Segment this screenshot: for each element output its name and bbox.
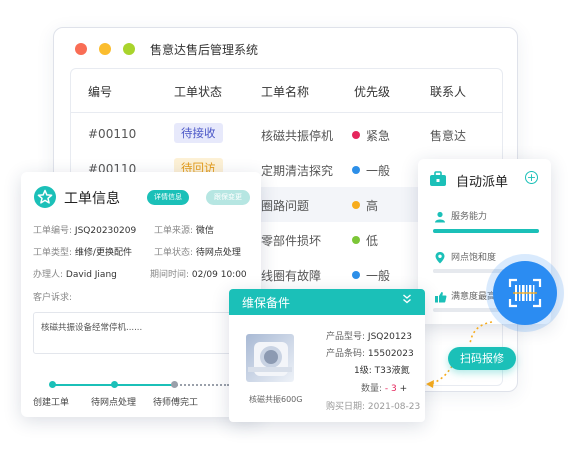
- priority-dot: [352, 201, 360, 209]
- priority-dot: [352, 271, 360, 279]
- row-name: 定期清洁探究: [261, 164, 334, 178]
- table-row[interactable]: #00110 待接收 核磁共振停机 紧急 售意达: [71, 117, 502, 152]
- table-header: 编号 工单状态 工单名称 优先级 联系人: [71, 69, 502, 113]
- type-field: 工单类型: 维修/更换配件: [33, 248, 132, 258]
- ability-bar: [433, 229, 539, 233]
- row-name: 零部件损坏: [261, 234, 322, 248]
- work-order-title: 工单信息: [64, 191, 120, 207]
- star-icon: [34, 186, 56, 208]
- row-priority: 紧急: [352, 127, 390, 144]
- header-id: 编号: [88, 85, 113, 99]
- row-name: 线圈有故障: [261, 269, 322, 283]
- row-priority: 一般: [352, 267, 390, 284]
- parts-image-caption: 核磁共振600G: [249, 395, 303, 404]
- step-dot: [49, 381, 56, 388]
- qty-plus-button[interactable]: +: [400, 384, 408, 394]
- priority-dot: [352, 236, 360, 244]
- barcode-scan-icon: [508, 278, 542, 308]
- row-name: 圈路问题: [261, 199, 310, 213]
- tab-change[interactable]: 跟保变更: [206, 190, 250, 205]
- collapse-icon[interactable]: [402, 293, 412, 308]
- scan-qr-button[interactable]: [493, 261, 557, 325]
- row-name: 核磁共振停机: [261, 129, 334, 143]
- request-label: 客户诉求:: [33, 293, 73, 303]
- header-status: 工单状态: [174, 85, 223, 99]
- date-field: 购买日期: 2021-08-23: [326, 402, 421, 412]
- parts-card: 维保备件 核磁共振600G 产品型号: JSQ20123 产品条码: 15502…: [229, 289, 425, 422]
- step-label: 待网点处理: [91, 398, 137, 408]
- qty-minus-button[interactable]: -: [385, 384, 388, 394]
- toolbox-icon: [429, 171, 447, 191]
- order-no-field: 工单编号: JSQ20230209: [33, 226, 137, 236]
- priority-dot: [352, 166, 360, 174]
- close-dot[interactable]: [75, 43, 87, 55]
- handler-field: 办理人: David Jiang: [33, 270, 117, 280]
- work-order-card: 工单信息 详情信息 跟保变更 工单编号: JSQ20230209 工单来源: 微…: [21, 172, 261, 417]
- dispatch-item-label: 服务能力: [451, 212, 488, 222]
- window-title: 售意达售后管理系统: [150, 43, 259, 57]
- maximize-dot[interactable]: [123, 43, 135, 55]
- header-name: 工单名称: [261, 85, 310, 99]
- dispatch-item-label: 满意度最高: [451, 292, 497, 302]
- deadline-field: 期间时间: 02/09 10:00: [150, 270, 247, 280]
- model-field: 产品型号: JSQ20123: [326, 332, 413, 342]
- row-priority: 低: [352, 232, 378, 249]
- thumbs-up-icon: [434, 288, 447, 307]
- step-dot: [111, 381, 118, 388]
- state-field: 工单状态: 待网点处理: [154, 248, 241, 258]
- tab-detail[interactable]: 详情信息: [147, 190, 189, 205]
- step-label: 创建工单: [33, 398, 70, 408]
- level-field: 1级: T33液氮: [354, 366, 410, 376]
- priority-dot: [352, 131, 360, 139]
- step-label: 待师傅完工: [153, 398, 199, 408]
- scan-repair-button[interactable]: 扫码报修: [448, 347, 516, 370]
- progress-line-pending: [173, 384, 229, 386]
- status-badge: 待接收: [174, 123, 223, 143]
- person-icon: [434, 208, 446, 227]
- row-priority: 一般: [352, 162, 390, 179]
- row-id: #00110: [88, 127, 137, 141]
- dispatch-title: 自动派单: [456, 175, 509, 190]
- location-icon: [434, 249, 446, 268]
- code-field: 产品条码: 15502023: [326, 349, 414, 359]
- dispatch-item-label: 网点饱和度: [451, 253, 497, 263]
- parts-title: 维保备件: [242, 296, 291, 310]
- add-icon[interactable]: +: [525, 171, 538, 184]
- header-contact: 联系人: [430, 85, 467, 99]
- row-contact: 售意达: [430, 129, 467, 143]
- step-dot: [171, 381, 178, 388]
- minimize-dot[interactable]: [99, 43, 111, 55]
- row-priority: 高: [352, 197, 378, 214]
- request-textarea[interactable]: 核磁共振设备经常停机......: [33, 312, 249, 354]
- qty-field: 数量: - 3 +: [361, 384, 408, 394]
- source-field: 工单来源: 微信: [154, 226, 214, 236]
- qty-value: 3: [391, 384, 397, 394]
- mri-image: [246, 334, 294, 382]
- header-priority: 优先级: [354, 85, 391, 99]
